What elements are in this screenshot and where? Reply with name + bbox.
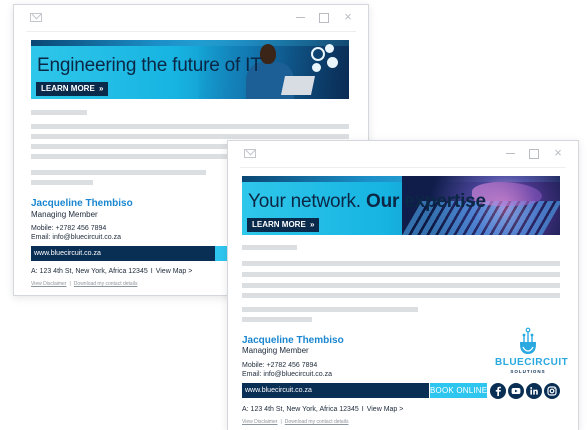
titlebar: × xyxy=(228,141,578,167)
signature-address: A: 123 4th St, New York, Africa 12345 I Vi… xyxy=(31,268,192,275)
learn-more-label: LEARN MORE xyxy=(252,220,306,229)
links-separator: | xyxy=(280,419,282,425)
banner-headline: Your network. Our expertise xyxy=(248,191,486,213)
banner-headline-regular: Your network. xyxy=(248,191,361,212)
banner-headline-bold: Our expertise xyxy=(365,191,486,212)
banner[interactable]: Your network. Our expertise LEARN MORE » xyxy=(242,176,560,235)
placeholder-line xyxy=(242,307,418,312)
footer-links: View Disclaimer | Download my contact deta… xyxy=(31,281,137,287)
view-map-link[interactable]: View Map > xyxy=(156,268,193,275)
learn-more-label: LEARN MORE xyxy=(41,84,95,93)
laptop xyxy=(280,76,316,95)
signature-address: A: 123 4th St, New York, Africa 12345 I Vi… xyxy=(242,406,403,413)
learn-more-button[interactable]: LEARN MORE » xyxy=(36,82,109,96)
titlebar-divider xyxy=(240,167,566,168)
person-head xyxy=(260,44,276,64)
placeholder-line xyxy=(242,293,560,298)
placeholder-line xyxy=(242,245,297,250)
placeholder-line xyxy=(31,124,349,129)
footer-links: View Disclaimer | Download my contact deta… xyxy=(242,419,348,425)
placeholder-line xyxy=(31,170,206,175)
network-node-icon xyxy=(325,44,334,53)
linkedin-icon[interactable] xyxy=(526,383,542,399)
close-icon[interactable]: × xyxy=(552,146,564,160)
website-bar[interactable]: www.bluecircuit.co.za xyxy=(31,246,215,261)
view-disclaimer-link[interactable]: View Disclaimer xyxy=(242,419,277,425)
placeholder-line xyxy=(242,272,560,277)
banner-headline: Engineering the future of IT xyxy=(37,55,262,76)
placeholder-line xyxy=(31,134,349,139)
website-bar[interactable]: www.bluecircuit.co.za xyxy=(242,383,429,398)
maximize-icon[interactable] xyxy=(318,10,330,24)
email-window-front: × Your network. Our expertise LEARN MORE… xyxy=(227,140,579,430)
links-separator: | xyxy=(69,281,71,287)
instagram-icon[interactable] xyxy=(544,383,560,399)
placeholder-line xyxy=(242,317,312,322)
minimize-icon[interactable] xyxy=(294,10,306,24)
close-icon[interactable]: × xyxy=(342,10,354,24)
signature-title: Managing Member xyxy=(31,210,98,219)
placeholder-line xyxy=(31,110,87,115)
bluecircuit-logo[interactable]: BLUECIRCUIT SOLUTIONS xyxy=(495,324,569,376)
envelope-icon xyxy=(30,13,42,22)
chevron-right-icon: » xyxy=(99,84,104,93)
placeholder-line xyxy=(31,180,93,185)
address-text: A: 123 4th St, New York, Africa 12345 xyxy=(31,268,148,275)
address-text: A: 123 4th St, New York, Africa 12345 xyxy=(242,406,359,413)
view-map-link[interactable]: View Map > xyxy=(367,406,404,413)
circuit-hand-icon xyxy=(520,327,536,354)
signature-name: Jacqueline Thembiso xyxy=(31,198,133,209)
signature-email: Email: info@bluecircuit.co.za xyxy=(242,371,332,378)
network-node-icon xyxy=(312,63,321,72)
logo-name: BLUECIRCUIT xyxy=(495,357,569,368)
download-contact-link[interactable]: Download my contact details xyxy=(285,419,349,425)
signature-email: Email: info@bluecircuit.co.za xyxy=(31,234,121,241)
minimize-icon[interactable] xyxy=(504,146,516,160)
titlebar: × xyxy=(14,5,368,31)
chevron-right-icon: » xyxy=(310,220,315,229)
view-disclaimer-link[interactable]: View Disclaimer xyxy=(31,281,66,287)
book-online-button[interactable]: BOOK ONLINE » xyxy=(430,383,494,398)
book-online-button-partial[interactable] xyxy=(215,246,227,261)
placeholder-line xyxy=(242,261,560,266)
network-node-icon xyxy=(311,47,325,61)
address-separator: I xyxy=(361,406,364,413)
banner[interactable]: Engineering the future of IT LEARN MORE … xyxy=(31,40,349,99)
youtube-icon[interactable] xyxy=(508,383,524,399)
download-contact-link[interactable]: Download my contact details xyxy=(74,281,138,287)
facebook-icon[interactable] xyxy=(490,383,506,399)
signature-title: Managing Member xyxy=(242,346,309,355)
signature-name: Jacqueline Thembiso xyxy=(242,335,344,346)
learn-more-button[interactable]: LEARN MORE » xyxy=(247,218,320,232)
address-separator: I xyxy=(150,268,153,275)
titlebar-divider xyxy=(26,31,356,32)
signature-mobile: Mobile: +2782 456 7894 xyxy=(31,225,107,232)
placeholder-line xyxy=(242,283,560,288)
logo-subtitle: SOLUTIONS xyxy=(510,369,546,374)
envelope-icon xyxy=(244,149,256,158)
network-node-icon xyxy=(327,57,338,68)
signature-mobile: Mobile: +2782 456 7894 xyxy=(242,362,318,369)
maximize-icon[interactable] xyxy=(528,146,540,160)
